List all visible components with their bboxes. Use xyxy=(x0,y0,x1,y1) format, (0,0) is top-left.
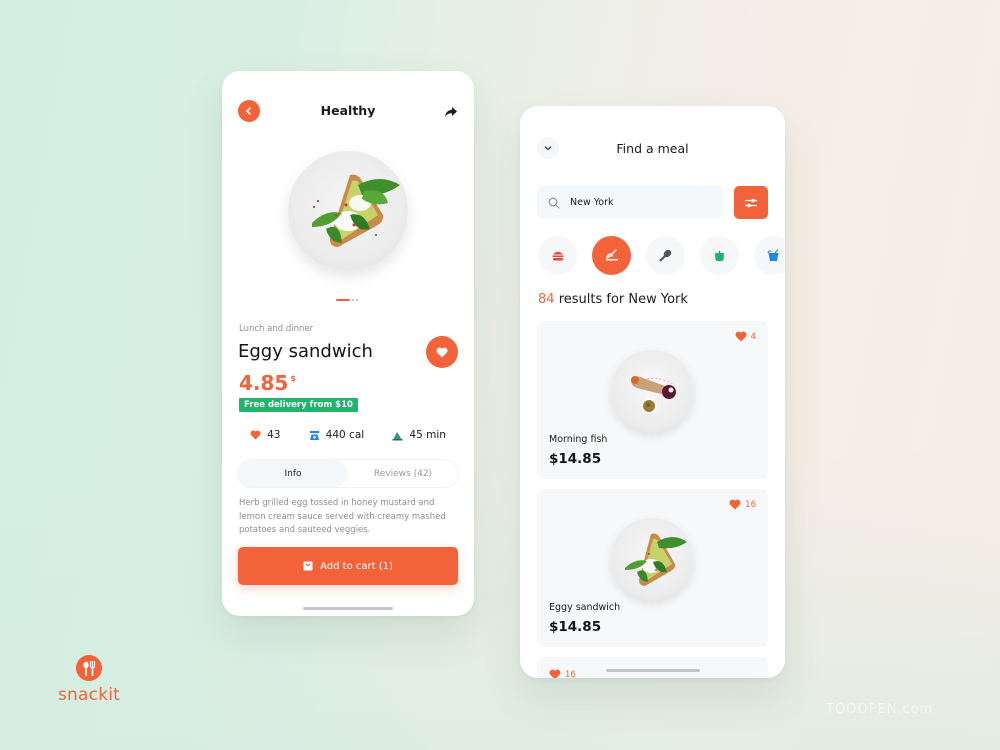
likes-count: 16 xyxy=(565,669,576,679)
find-meal-screen: Find a meal 84 results for New York xyxy=(520,106,785,678)
carousel-dot[interactable] xyxy=(352,299,354,301)
category-vegetables[interactable] xyxy=(700,236,739,275)
fish-dish-photo xyxy=(631,376,676,414)
likes-count: 16 xyxy=(745,499,756,510)
utensils-icon xyxy=(76,655,103,681)
dish-price: 4.85 $ xyxy=(239,371,296,395)
dish-stats: 43 440 cal 45 min xyxy=(222,429,474,441)
meal-likes[interactable]: 4 xyxy=(735,331,756,342)
search-icon xyxy=(548,197,560,209)
add-to-cart-label: Add to cart (1) xyxy=(320,560,393,572)
tab-reviews[interactable]: Reviews (42) xyxy=(348,460,458,487)
meal-category: Lunch and dinner xyxy=(239,324,314,334)
category-burger[interactable] xyxy=(538,236,577,275)
brand-logo: snackit xyxy=(58,655,120,705)
meal-card[interactable]: 4 Morning fish $14.85 xyxy=(537,321,768,479)
meal-image xyxy=(611,350,693,432)
price-currency: $ xyxy=(290,374,296,383)
category-hot-meals[interactable] xyxy=(592,236,631,275)
search-input[interactable] xyxy=(570,197,710,208)
pepper-icon xyxy=(715,250,724,261)
watermark: TOOOPEN.com xyxy=(826,702,934,717)
dish-image xyxy=(288,151,408,271)
stat-value: 440 cal xyxy=(325,429,365,441)
carousel-dot-active[interactable] xyxy=(336,299,350,301)
price-value: 4.85 xyxy=(239,371,289,395)
stat-value: 45 min xyxy=(409,429,446,441)
page-title: Healthy xyxy=(320,103,376,118)
heart-icon xyxy=(735,331,747,342)
carousel-indicator[interactable] xyxy=(336,299,358,301)
home-indicator xyxy=(605,669,700,672)
meal-detail-screen: Healthy Lunch and dinner Eggy sandwich 4… xyxy=(222,71,474,616)
spoon-fork-icon xyxy=(83,661,96,676)
share-button[interactable] xyxy=(444,104,458,118)
share-icon xyxy=(445,107,457,117)
carousel-dot[interactable] xyxy=(356,299,358,301)
home-indicator xyxy=(303,607,393,610)
stat-time: 45 min xyxy=(392,429,446,441)
burger-icon xyxy=(552,251,563,261)
cooking-time-icon xyxy=(392,431,403,440)
meal-likes[interactable]: 16 xyxy=(549,669,576,678)
meal-price: $14.85 xyxy=(549,451,602,467)
search-box[interactable] xyxy=(537,186,723,219)
delivery-badge: Free delivery from $10 xyxy=(239,398,358,412)
meal-name: Morning fish xyxy=(549,434,608,445)
results-text: results for New York xyxy=(558,292,688,307)
heart-icon xyxy=(250,430,261,440)
drink-icon xyxy=(767,249,779,261)
meal-image xyxy=(611,518,693,600)
category-drinks[interactable] xyxy=(754,236,785,275)
heart-icon xyxy=(729,499,741,510)
page-title: Find a meal xyxy=(616,141,689,156)
add-to-cart-button[interactable]: Add to cart (1) xyxy=(238,547,458,585)
sliders-icon xyxy=(745,198,757,207)
sandwich-photo xyxy=(312,174,400,247)
filter-button[interactable] xyxy=(734,186,768,219)
meal-name: Eggy sandwich xyxy=(549,602,621,613)
dish-title: Eggy sandwich xyxy=(238,341,373,362)
meal-card[interactable]: 16 xyxy=(537,657,768,678)
category-meat[interactable] xyxy=(646,236,685,275)
cooking-icon xyxy=(605,249,618,261)
sandwich-photo xyxy=(625,533,687,586)
shopping-bag-icon xyxy=(303,561,313,571)
dish-description: Herb grilled egg tossed in honey mustard… xyxy=(239,498,446,535)
meal-card[interactable]: 16 Eggy sandwich $14.85 xyxy=(537,489,768,647)
stat-value: 43 xyxy=(267,429,281,441)
heart-icon xyxy=(436,347,448,357)
favorite-button[interactable] xyxy=(426,336,458,368)
results-summary: 84 results for New York xyxy=(538,292,688,307)
meal-price: $14.85 xyxy=(549,619,602,635)
heart-icon xyxy=(549,669,561,678)
brand-name: snackit xyxy=(58,685,121,705)
meal-likes[interactable]: 16 xyxy=(729,499,756,510)
results-count: 84 xyxy=(538,292,555,307)
scale-icon xyxy=(309,430,319,440)
drumstick-icon xyxy=(659,249,672,262)
tab-info[interactable]: Info xyxy=(238,460,348,487)
detail-tabs: Info Reviews (42) xyxy=(238,460,458,487)
stat-likes: 43 xyxy=(250,429,280,441)
likes-count: 4 xyxy=(750,331,756,342)
stat-calories: 440 cal xyxy=(309,429,365,441)
category-list xyxy=(538,236,785,275)
